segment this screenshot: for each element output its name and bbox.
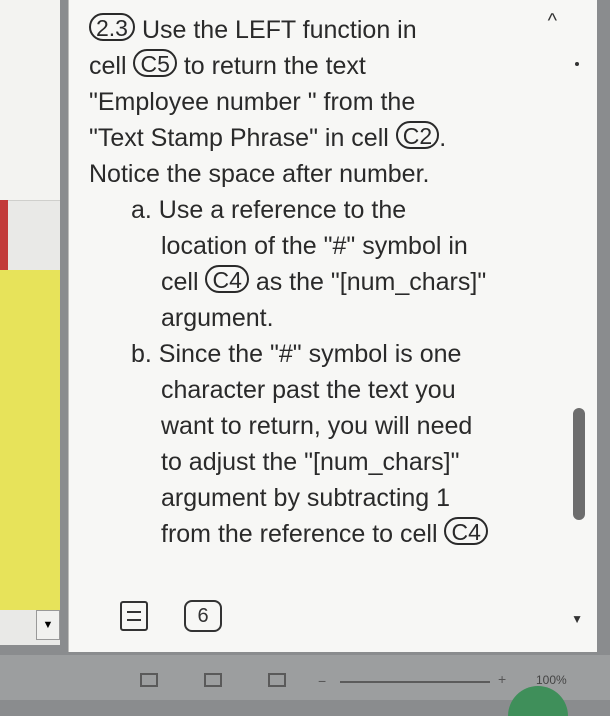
cell-reference-badge: C5: [133, 49, 177, 77]
sheet-cell[interactable]: [0, 80, 60, 121]
cell-fill-red: [0, 200, 8, 270]
document-icon[interactable]: [120, 601, 148, 631]
task-line: Notice the space after number.: [89, 160, 430, 188]
pane-footer: 6: [120, 600, 222, 632]
scroll-down-icon[interactable]: ▼: [36, 610, 60, 640]
cell-fill-yellow: [0, 270, 60, 610]
subtask-a-line: a. Use a reference to the: [131, 196, 407, 224]
subtask-a-line: cell C4 as the "[num_chars]": [161, 265, 487, 296]
subtask-b-line: to adjust the "[num_chars]": [161, 448, 460, 476]
pane-scrollbar[interactable]: [573, 408, 585, 520]
task-instructions: 2.3 Use the LEFT function in cell C5 to …: [89, 12, 509, 552]
subtask-b-line: want to return, you will need: [161, 412, 473, 440]
spreadsheet-strip: ▼: [0, 0, 60, 645]
scroll-down-icon[interactable]: ▼: [571, 612, 583, 626]
page-number-badge[interactable]: 6: [184, 600, 222, 632]
subtask-b-line: argument by subtracting 1: [161, 484, 451, 512]
task-pane: ^ 2.3 Use the LEFT function in cell C5 t…: [68, 0, 597, 652]
page-break-icon[interactable]: [268, 673, 286, 687]
task-line: 2.3 Use the LEFT function in: [89, 12, 509, 48]
subtask-b-line: from the reference to cell C4: [89, 516, 509, 552]
sheet-cell[interactable]: [0, 120, 60, 161]
cell-reference-badge: C4: [444, 517, 488, 545]
zoom-in-icon[interactable]: +: [498, 671, 506, 687]
page-layout-icon[interactable]: [204, 673, 222, 687]
zoom-out-icon[interactable]: −: [318, 673, 326, 689]
task-line: "Text Stamp Phrase" in cell C2.: [89, 121, 447, 152]
dot-marker: [575, 62, 579, 66]
chevron-up-icon[interactable]: ^: [548, 10, 557, 33]
step-number-badge: 2.3: [89, 13, 135, 41]
normal-view-icon[interactable]: [140, 673, 158, 687]
zoom-slider[interactable]: [340, 681, 490, 683]
sheet-cell[interactable]: [0, 0, 60, 41]
cell-reference-badge: C4: [205, 265, 249, 293]
subtask-b-line: character past the text you: [161, 376, 456, 404]
subtask-a-line: location of the "#" symbol in: [161, 232, 468, 260]
task-line: "Employee number " from the: [89, 88, 416, 116]
zoom-level[interactable]: 100%: [536, 673, 567, 687]
sheet-cell[interactable]: [0, 40, 60, 81]
task-line: cell C5 to return the text: [89, 49, 366, 80]
subtask-a-line: argument.: [161, 304, 274, 332]
sheet-cell[interactable]: [0, 160, 60, 201]
subtask-b-line: b. Since the "#" symbol is one: [131, 340, 462, 368]
cell-reference-badge: C2: [395, 121, 440, 149]
